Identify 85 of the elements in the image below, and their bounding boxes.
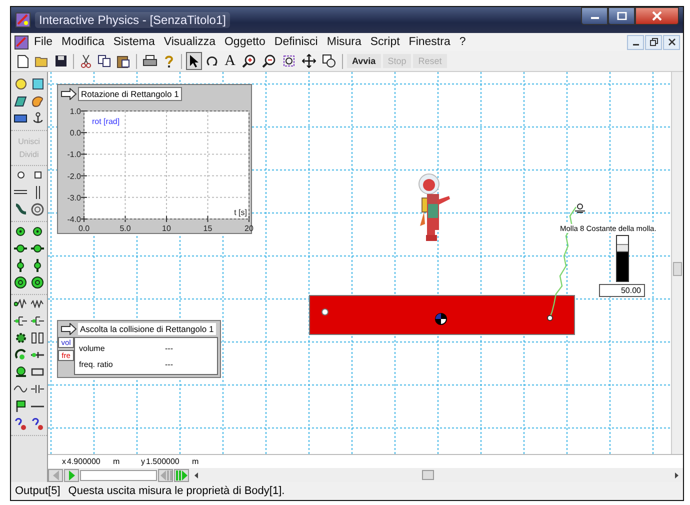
x-tick-label: 15 [203,224,212,233]
scroll-left-icon[interactable] [194,472,199,478]
anchor-icon [574,203,586,213]
y-tick-label: -4.0 [67,215,81,224]
value-field[interactable]: 50.00 [599,284,645,297]
menu-item[interactable]: Sistema [109,36,159,48]
run-control-button[interactable]: Avvia [347,54,381,68]
y-tick-label: -2.0 [67,172,81,181]
status-output: Output[5] [15,485,60,497]
restore-icon [650,38,658,46]
scrollbar-thumb[interactable] [673,262,682,276]
legend-label: rot [rad] [92,117,120,126]
close-button[interactable] [663,34,680,50]
arrow-icon[interactable] [61,88,77,100]
scrollbar-thumb[interactable] [422,470,434,480]
coordinate-field[interactable]: 1.500000 [146,457,192,466]
y-tick-label: 1.0 [70,107,81,116]
cut-icon[interactable] [78,52,94,70]
unit-label: m [113,457,121,466]
gear-joint-icon[interactable] [29,275,46,289]
window-title: Interactive Physics - [SenzaTitolo1] [35,12,230,28]
meter-value: --- [165,360,173,368]
menu-item[interactable]: Visualizza [160,36,220,48]
coordinate-label: y [141,457,145,466]
meter-value: --- [165,344,173,352]
restore-button[interactable] [645,34,662,50]
rope-icon[interactable] [29,331,46,345]
menu-item[interactable]: Finestra [404,36,454,48]
close-icon [668,38,676,46]
slider-thumb[interactable] [617,244,628,252]
damper-icon[interactable] [12,314,29,328]
meter-label: volume [79,344,105,352]
menu-item[interactable]: Definisci [270,36,322,48]
arrow-icon[interactable] [61,323,77,335]
coordinate-field[interactable]: 4.900000 [67,457,113,466]
unit-label: m [192,457,200,466]
meter-label: freq. ratio [79,360,113,368]
ring-icon[interactable] [29,202,46,216]
damper-icon[interactable] [29,314,46,328]
menu-item[interactable]: Script [366,36,404,48]
app-icon [15,12,31,28]
pointer-icon[interactable] [186,52,202,70]
spring-icon[interactable] [29,297,46,311]
menu-item[interactable]: Modifica [58,36,108,48]
help-icon[interactable] [29,416,46,430]
graph-title: Rotazione di Rettangolo 1 [78,87,182,101]
maximize-icon [616,12,626,20]
coordinate-label: x [62,457,66,466]
x-tick-label: 0.0 [78,224,90,233]
minimize-button[interactable] [581,7,608,25]
curved-shape-icon[interactable] [29,94,46,108]
spring-constant-slider[interactable] [616,235,629,282]
close-button[interactable] [635,7,679,25]
x-axis-label: t [s] [234,208,247,217]
menu-item[interactable]: Misura [322,36,366,48]
minimize-button[interactable] [627,34,644,50]
zoom-in-icon[interactable] [240,52,258,70]
help-icon[interactable] [12,416,29,430]
move-icon[interactable] [300,52,318,70]
maximize-button[interactable] [608,7,635,25]
close-icon [652,11,662,21]
menu-item[interactable]: File [30,36,57,48]
vertical-scrollbar[interactable] [671,72,683,454]
scroll-right-icon[interactable] [674,472,679,478]
x-tick-label: 20 [244,224,254,233]
y-tick-label: -3.0 [67,193,81,202]
y-tick-label: 0.0 [70,128,81,138]
zoom-out-icon[interactable] [260,52,278,70]
new-file-icon[interactable] [15,52,31,70]
point-marker [321,308,329,316]
meter-title: Ascolta la collisione di Rettangolo 1 [78,323,216,335]
slider-icon[interactable] [29,382,46,396]
object-icon[interactable] [320,52,338,70]
y-tick-label: -1.0 [67,150,81,160]
copy-icon[interactable] [96,52,113,70]
gear-joint-icon[interactable] [12,275,29,289]
polygon-icon[interactable] [12,94,29,108]
menu-item[interactable]: ? [455,36,470,48]
x-tick-label: 10 [162,224,171,233]
document-icon [14,34,29,50]
menu-item[interactable]: Oggetto [220,36,270,48]
text-tool[interactable]: A [222,52,238,70]
x-tick-label: 5.0 [120,224,131,233]
spring-icon[interactable] [12,297,29,311]
status-message: Questa uscita misura le proprietà di Body[1]. [68,485,285,497]
